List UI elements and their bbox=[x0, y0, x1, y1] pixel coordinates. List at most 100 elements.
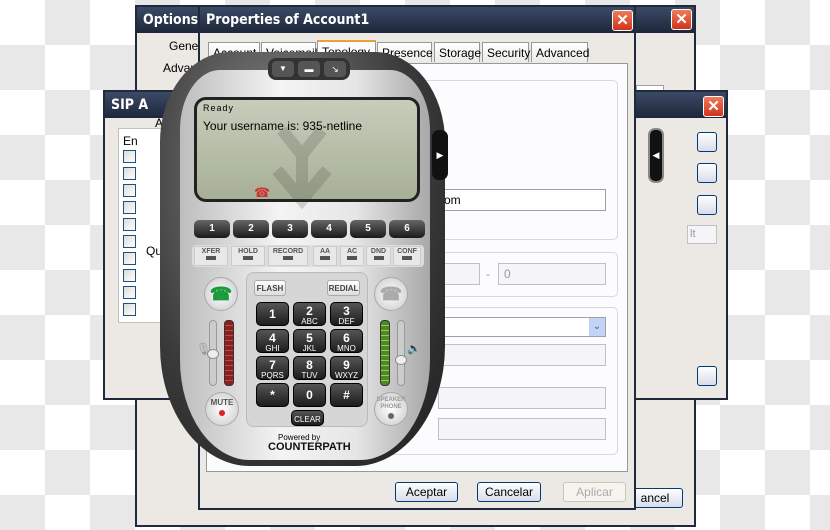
feature-led bbox=[402, 256, 412, 260]
feature-xfer-button[interactable]: XFER bbox=[194, 246, 228, 266]
sip-entry-checkbox[interactable] bbox=[123, 303, 136, 316]
dialpad-key[interactable]: 8 TUV bbox=[293, 356, 326, 380]
speakerphone-button[interactable]: SPEAKER PHONE bbox=[374, 392, 408, 426]
minimize-icon[interactable]: ▬ bbox=[298, 61, 320, 77]
phone-message: Your username is: 935-netline bbox=[203, 119, 362, 133]
line-key-3[interactable]: 3 bbox=[272, 220, 308, 238]
sip-side-button-1[interactable] bbox=[697, 132, 717, 152]
key-letters: ABC bbox=[301, 317, 318, 326]
options-side-collapse-tab[interactable]: ◀ bbox=[648, 128, 664, 183]
sip-entry-checkbox[interactable] bbox=[123, 252, 136, 265]
dialpad-key[interactable]: 1 bbox=[256, 302, 289, 326]
properties-close-button[interactable]: ✕ bbox=[612, 10, 633, 31]
sip-entry-checkbox[interactable] bbox=[123, 286, 136, 299]
sip-entry-checkbox[interactable] bbox=[123, 218, 136, 231]
collapse-icon[interactable]: ↘ bbox=[324, 61, 346, 77]
feature-dnd-button[interactable]: DND bbox=[366, 246, 391, 266]
feature-ac-button[interactable]: AC bbox=[340, 246, 364, 266]
feature-conf-button[interactable]: CONF bbox=[393, 246, 421, 266]
key-letters: TUV bbox=[301, 371, 318, 380]
key-digit: # bbox=[343, 388, 350, 402]
sip-entry-checkbox[interactable] bbox=[123, 269, 136, 282]
line-key-4[interactable]: 4 bbox=[311, 220, 347, 238]
feature-hold-button[interactable]: HOLD bbox=[231, 246, 265, 266]
dialpad-key[interactable]: * bbox=[256, 383, 289, 407]
dialpad-key[interactable]: 5 JKL bbox=[293, 329, 326, 353]
tab-advanced[interactable]: Advanced bbox=[531, 42, 589, 62]
phone-handset-icon: ☎ bbox=[254, 185, 271, 200]
chevron-down-icon[interactable]: ⌄ bbox=[589, 318, 605, 336]
range-separator: - bbox=[486, 267, 490, 281]
dialpad-key[interactable]: 3 DEF bbox=[330, 302, 363, 326]
feature-record-button[interactable]: RECORD bbox=[268, 246, 308, 266]
options-close-button[interactable]: ✕ bbox=[671, 9, 692, 30]
cancelar-button[interactable]: Cancelar bbox=[477, 482, 541, 502]
dialpad-key[interactable]: 7 PQRS bbox=[256, 356, 289, 380]
hangup-button[interactable]: ☎ bbox=[374, 277, 408, 311]
sip-title: SIP A bbox=[111, 97, 149, 113]
key-digit: 0 bbox=[306, 388, 313, 402]
sip-entry-checkbox[interactable] bbox=[123, 184, 136, 197]
sip-entry-checkbox[interactable] bbox=[123, 201, 136, 214]
domain-field[interactable]: om bbox=[438, 189, 606, 211]
tab-storage[interactable]: Storage bbox=[434, 42, 481, 62]
dialpad-key[interactable]: 6 MNO bbox=[330, 329, 363, 353]
mute-label: MUTE bbox=[210, 398, 234, 407]
mic-level-meter bbox=[224, 320, 234, 386]
tab-security[interactable]: Security bbox=[482, 42, 530, 62]
call-icon: ☎ bbox=[209, 284, 233, 304]
feature-aa-button[interactable]: AA bbox=[313, 246, 337, 266]
key-digit: 3 bbox=[343, 304, 350, 318]
sip-entry-checkbox[interactable] bbox=[123, 235, 136, 248]
topology-field-2[interactable] bbox=[438, 387, 606, 409]
sip-close-button[interactable]: ✕ bbox=[703, 96, 724, 117]
sip-side-button-2[interactable] bbox=[697, 163, 717, 183]
key-letters: DEF bbox=[338, 317, 355, 326]
sip-entry-checkbox[interactable] bbox=[123, 150, 136, 163]
feature-led bbox=[320, 256, 330, 260]
sip-entry-checkbox[interactable] bbox=[123, 167, 136, 180]
line-key-5[interactable]: 5 bbox=[350, 220, 386, 238]
dialpad-key[interactable]: # bbox=[330, 383, 363, 407]
sip-list-header: En bbox=[123, 134, 138, 148]
call-button[interactable]: ☎ bbox=[204, 277, 238, 311]
feature-led bbox=[243, 256, 253, 260]
speaker-led bbox=[388, 413, 394, 419]
aceptar-button[interactable]: Aceptar bbox=[395, 482, 458, 502]
dialpad-key[interactable]: 4 GHI bbox=[256, 329, 289, 353]
feature-label: DND bbox=[370, 248, 387, 255]
key-letters: MNO bbox=[337, 344, 356, 353]
counterpath-logo: COUNTERPATH bbox=[268, 441, 351, 453]
key-digit: 4 bbox=[269, 331, 276, 345]
sip-side-button-4[interactable] bbox=[697, 366, 717, 386]
clear-button[interactable]: CLEAR bbox=[291, 410, 324, 426]
key-digit: 5 bbox=[306, 331, 313, 345]
range-end-field[interactable]: 0 bbox=[498, 263, 606, 285]
hangup-icon: ☎ bbox=[379, 284, 403, 304]
line-key-1[interactable]: 1 bbox=[194, 220, 230, 238]
mute-button[interactable]: MUTE bbox=[205, 392, 239, 426]
properties-title-bar: Properties of Account1 bbox=[200, 7, 634, 33]
topology-field-1[interactable] bbox=[438, 344, 606, 366]
feature-label: RECORD bbox=[272, 248, 304, 255]
line-key-6[interactable]: 6 bbox=[389, 220, 425, 238]
mute-led bbox=[219, 410, 225, 416]
menu-down-icon[interactable]: ▼ bbox=[272, 61, 294, 77]
topology-field-3[interactable] bbox=[438, 418, 606, 440]
flash-button[interactable]: FLASH bbox=[254, 280, 286, 296]
speaker-volume-slider[interactable] bbox=[395, 320, 407, 386]
slider-thumb[interactable] bbox=[395, 355, 407, 365]
side-expand-tab[interactable]: ▶ bbox=[432, 130, 448, 180]
topology-select[interactable]: ⌄ bbox=[438, 317, 606, 337]
sip-side-button-3[interactable] bbox=[697, 195, 717, 215]
microphone-icon: 🎙 bbox=[196, 342, 212, 356]
line-key-2[interactable]: 2 bbox=[233, 220, 269, 238]
dialpad-key[interactable]: 9 WXYZ bbox=[330, 356, 363, 380]
sip-side-input[interactable]: lt bbox=[687, 225, 717, 244]
key-digit: 2 bbox=[306, 304, 313, 318]
feature-led bbox=[347, 256, 357, 260]
dialpad-key[interactable]: 0 bbox=[293, 383, 326, 407]
redial-button[interactable]: REDIAL bbox=[327, 280, 360, 296]
key-digit: 6 bbox=[343, 331, 350, 345]
dialpad-key[interactable]: 2 ABC bbox=[293, 302, 326, 326]
